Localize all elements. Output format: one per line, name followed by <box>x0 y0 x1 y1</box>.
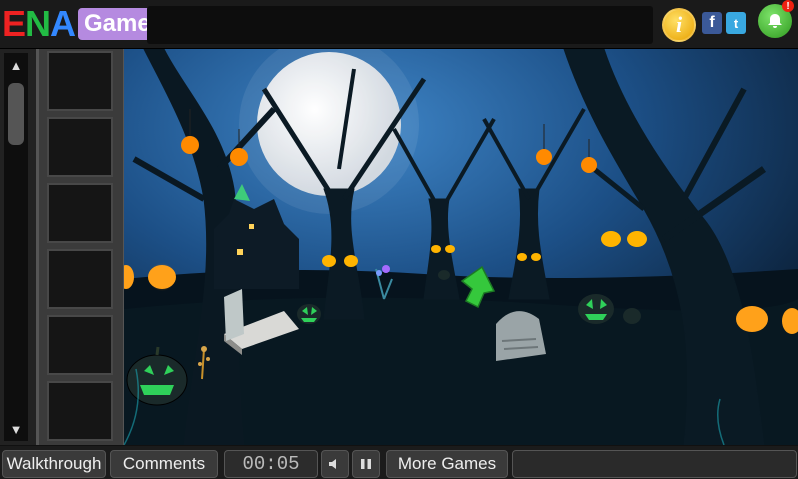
speaker-icon <box>329 459 336 469</box>
game-timer: 00:05 <box>224 450 318 478</box>
inventory-panel: ▲ ▼ <box>0 49 126 445</box>
scroll-up-arrow-icon[interactable]: ▲ <box>4 55 28 75</box>
inventory-scrollbar[interactable]: ▲ ▼ <box>4 53 28 441</box>
inventory-slot[interactable] <box>47 183 113 243</box>
game-scene[interactable] <box>124 49 798 445</box>
inventory-slot[interactable] <box>47 315 113 375</box>
bell-glyph-icon <box>768 14 782 28</box>
facebook-icon[interactable]: f <box>702 12 722 34</box>
scroll-down-arrow-icon[interactable]: ▼ <box>4 419 28 439</box>
ena-games-logo[interactable]: ENA Games <box>2 3 171 44</box>
inventory-slot[interactable] <box>47 117 113 177</box>
twitter-icon[interactable]: t <box>726 12 746 34</box>
pause-button[interactable] <box>352 450 380 478</box>
top-bar: ENA Games i f t ! <box>0 0 798 49</box>
inventory-slot[interactable] <box>47 381 113 441</box>
comments-button[interactable]: Comments <box>110 450 218 478</box>
pause-icon <box>361 459 371 469</box>
walkthrough-button[interactable]: Walkthrough <box>2 450 106 478</box>
notification-bell-icon[interactable]: ! <box>758 0 794 38</box>
inventory-slot[interactable] <box>47 51 113 111</box>
notification-badge: ! <box>782 0 794 12</box>
logo-ena: ENA <box>2 3 76 44</box>
halloween-forest-scene <box>124 49 798 445</box>
bottom-bar: Walkthrough Comments 00:05 More Games <box>0 446 798 479</box>
inventory-slot[interactable] <box>47 249 113 309</box>
inventory-slots <box>36 49 126 445</box>
info-icon[interactable]: i <box>662 8 696 42</box>
scroll-thumb[interactable] <box>8 83 24 145</box>
more-games-button[interactable]: More Games <box>386 450 508 478</box>
sound-button[interactable] <box>321 450 349 478</box>
bottom-ad-strip <box>512 450 797 478</box>
ad-strip <box>147 6 653 44</box>
